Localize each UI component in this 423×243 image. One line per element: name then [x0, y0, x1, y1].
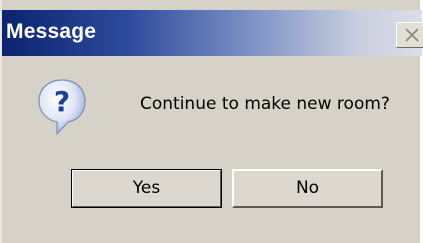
close-icon: [405, 28, 419, 42]
yes-button[interactable]: Yes: [71, 169, 222, 208]
svg-text:?: ?: [54, 85, 70, 118]
dialog-message: Continue to make new room?: [140, 94, 390, 114]
close-button[interactable]: [396, 22, 423, 48]
title-bar[interactable]: Message: [2, 10, 423, 56]
question-icon: ?: [38, 79, 86, 136]
dialog-title: Message: [6, 20, 97, 43]
no-button[interactable]: No: [232, 169, 383, 208]
message-dialog: Message ? Continue to make new room? Yes…: [0, 0, 423, 243]
